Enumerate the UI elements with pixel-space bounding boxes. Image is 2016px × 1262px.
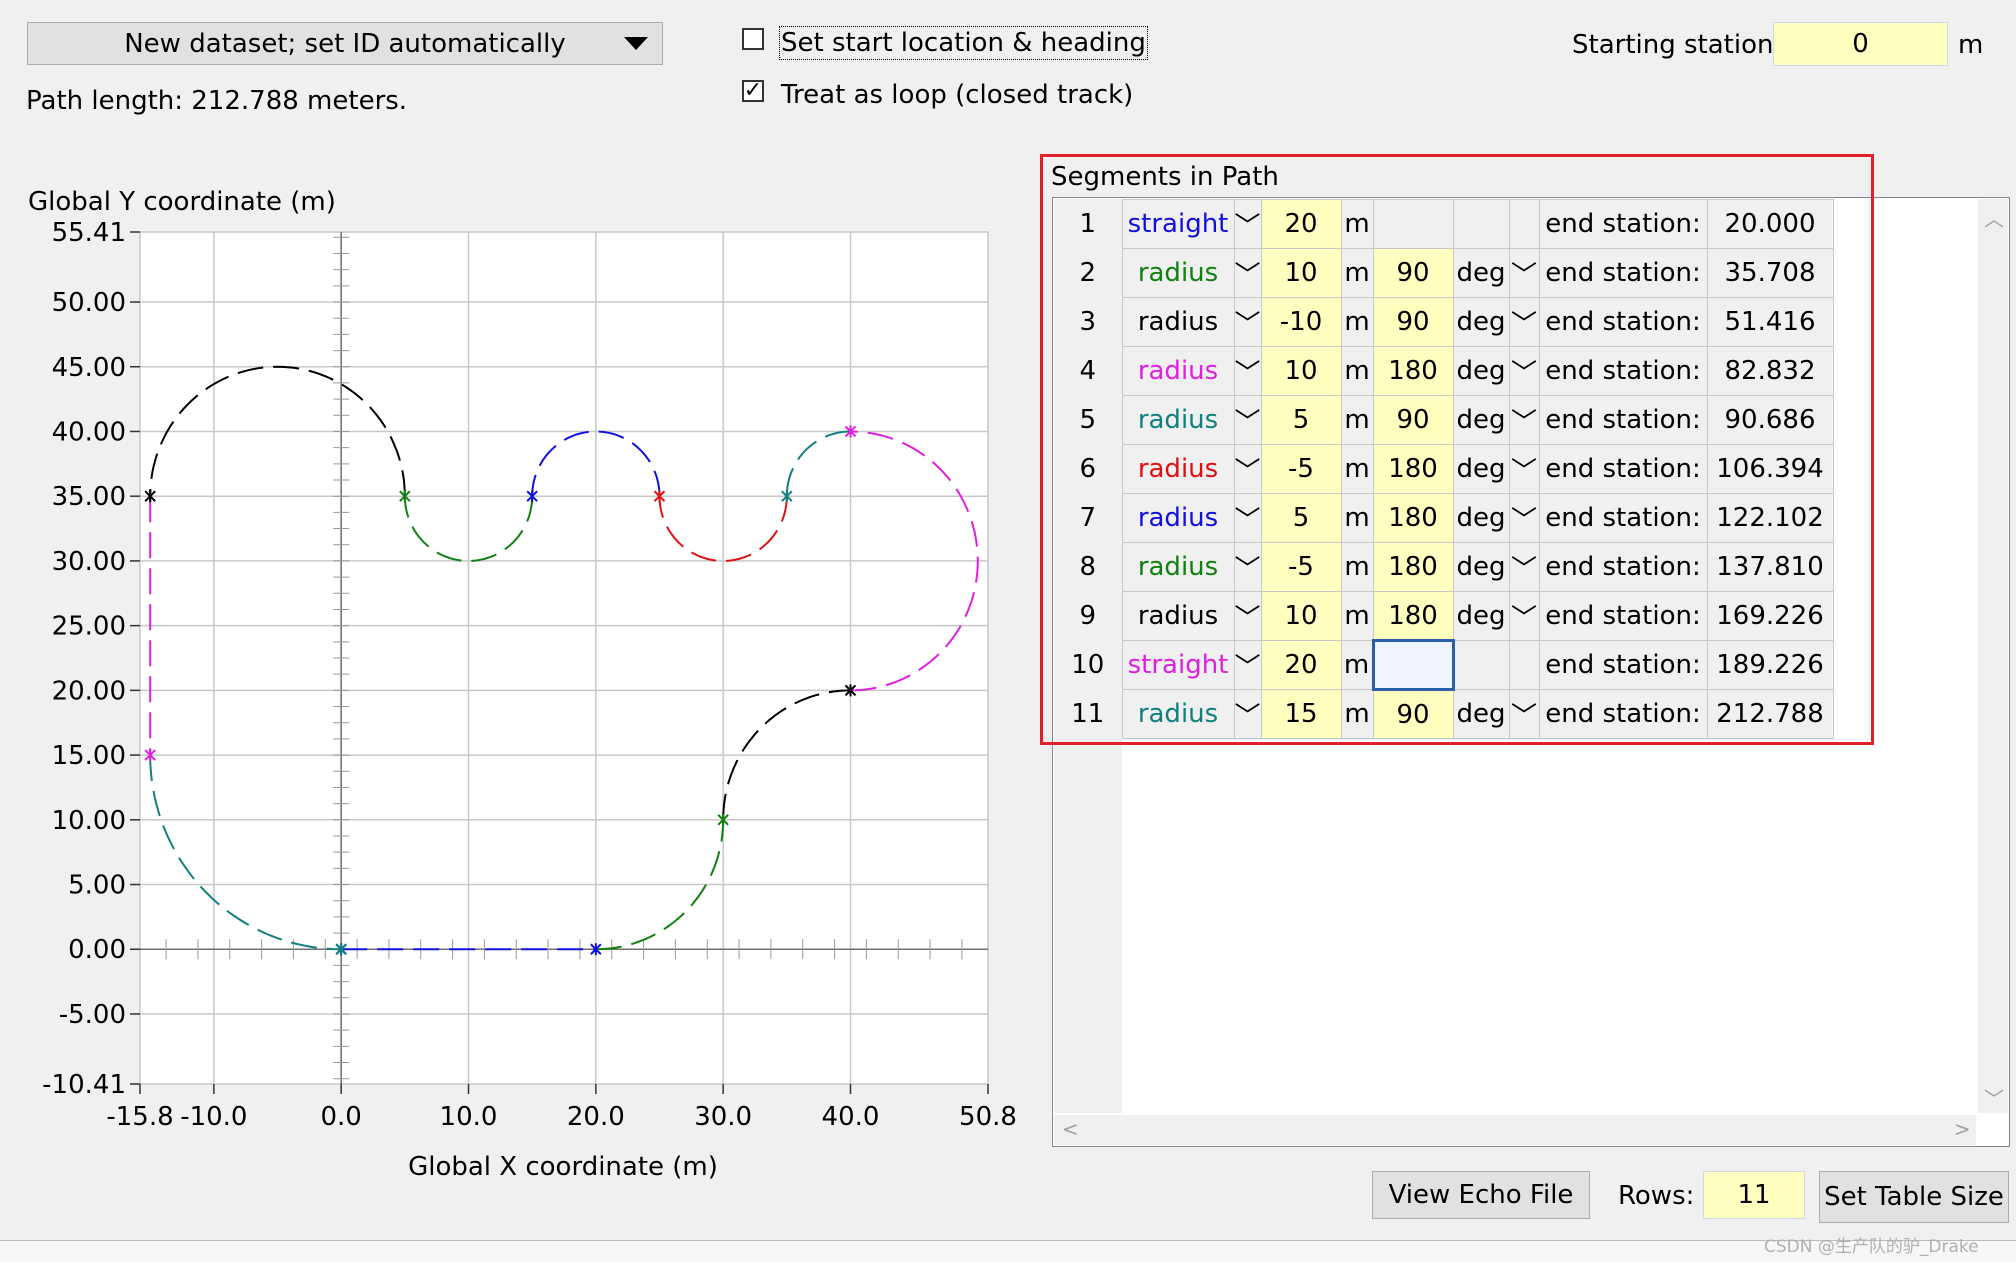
checkmark-icon: ✓	[743, 78, 763, 103]
y-tick-label: 45.00	[52, 353, 126, 383]
scroll-up-icon[interactable]: ︿	[1984, 203, 2004, 232]
y-tick-label: 10.00	[52, 806, 126, 836]
x-tick-label: 50.8	[959, 1102, 1017, 1132]
start-location-checkbox[interactable]	[742, 28, 764, 50]
scroll-down-icon[interactable]: ﹀	[1984, 1083, 2004, 1112]
dataset-dropdown-value: New dataset; set ID automatically	[124, 28, 566, 59]
starting-station-input[interactable]: 0	[1773, 22, 1948, 66]
y-tick-label: 25.00	[52, 612, 126, 642]
y-tick-label: 55.41	[52, 218, 126, 248]
x-tick-label: 30.0	[694, 1102, 752, 1132]
background-window-strip	[0, 1240, 2016, 1262]
loop-checkbox[interactable]: ✓	[742, 80, 764, 102]
watermark: CSDN @生产队的驴_Drake	[1764, 1237, 1979, 1257]
scroll-right-icon[interactable]: >	[1954, 1117, 1971, 1141]
y-axis-label: Global Y coordinate (m)	[28, 187, 336, 217]
rows-input[interactable]: 11	[1703, 1171, 1805, 1219]
set-table-size-button[interactable]: Set Table Size	[1819, 1171, 2009, 1223]
path-plot: Global Y coordinate (m) -15.8 -10.0 0.0 10.…	[28, 187, 1017, 1182]
y-tick-label: 5.00	[68, 871, 126, 901]
y-tick-label: 20.00	[52, 676, 126, 706]
y-tick-label: 50.00	[52, 288, 126, 318]
dropdown-arrow-icon	[624, 37, 648, 50]
rows-label: Rows:	[1618, 1181, 1695, 1211]
x-tick-label: -10.0	[180, 1102, 247, 1132]
x-tick-label: 0.0	[320, 1102, 361, 1132]
dataset-dropdown[interactable]: New dataset; set ID automatically	[27, 22, 663, 65]
x-axis-label: Global X coordinate (m)	[408, 1152, 718, 1182]
starting-station-label: Starting station:	[1572, 30, 1783, 60]
starting-station-unit: m	[1958, 30, 1984, 60]
x-tick-label: 40.0	[822, 1102, 880, 1132]
y-tick-label: 30.00	[52, 547, 126, 577]
loop-label: Treat as loop (closed track)	[781, 80, 1134, 110]
y-tick-label: 15.00	[52, 741, 126, 771]
y-tick-label: 0.00	[68, 935, 126, 965]
y-tick-label: 40.00	[52, 417, 126, 447]
vertical-scrollbar[interactable]: ︿ ﹀	[1978, 199, 2008, 1113]
highlight-box	[1040, 154, 1874, 745]
horizontal-scrollbar[interactable]: < >	[1054, 1115, 1976, 1145]
x-tick-label: -15.8	[106, 1102, 173, 1132]
plot-area	[139, 231, 989, 1085]
x-tick-label: 10.0	[440, 1102, 498, 1132]
scroll-left-icon[interactable]: <	[1062, 1117, 1079, 1141]
path-length-label: Path length: 212.788 meters.	[26, 86, 408, 116]
y-tick-label: -10.41	[42, 1070, 126, 1100]
view-echo-file-button[interactable]: View Echo File	[1372, 1171, 1590, 1219]
start-location-label[interactable]: Set start location & heading	[779, 26, 1148, 60]
y-tick-label: -5.00	[59, 1000, 126, 1030]
x-tick-label: 20.0	[567, 1102, 625, 1132]
y-tick-label: 35.00	[52, 482, 126, 512]
